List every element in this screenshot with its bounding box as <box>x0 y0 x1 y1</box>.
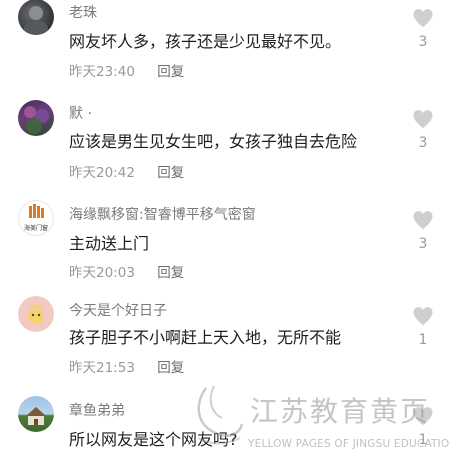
like-button[interactable]: 1 <box>408 406 438 448</box>
heart-icon[interactable] <box>412 109 434 129</box>
comment-meta: 昨天23:40 回复 <box>69 60 184 80</box>
comment-username[interactable]: 今天是个好日子 <box>69 300 167 320</box>
reply-button[interactable]: 回复 <box>157 360 184 376</box>
like-count: 3 <box>418 135 428 151</box>
like-count: 3 <box>418 34 428 50</box>
like-button[interactable]: 3 <box>408 210 438 252</box>
comment-meta: 昨天20:03 回复 <box>69 261 184 281</box>
heart-icon[interactable] <box>412 210 434 230</box>
comment-meta: 昨天20:42 回复 <box>69 161 184 181</box>
heart-icon[interactable] <box>412 406 434 426</box>
comment-text: 网友坏人多，孩子还是少见最好不见。 <box>69 32 342 51</box>
like-button[interactable]: 1 <box>408 306 438 348</box>
like-count: 1 <box>418 432 428 448</box>
comment-username[interactable]: 章鱼弟弟 <box>69 400 125 420</box>
reply-button[interactable]: 回复 <box>157 265 184 281</box>
comment-item: 默 · 应该是男生见女生吧，女孩子独自去危险 昨天20:42 回复 3 <box>0 100 450 192</box>
comment-text: 孩子胆子不小啊赶上天入地，无所不能 <box>69 328 342 347</box>
avatar[interactable] <box>18 296 54 332</box>
comment-time: 昨天20:42 <box>69 165 135 181</box>
comment-text: 应该是男生见女生吧，女孩子独自去危险 <box>69 132 358 151</box>
comment-item: 老珠 网友坏人多，孩子还是少见最好不见。 昨天23:40 回复 3 <box>0 0 450 92</box>
comment-meta: 昨天21:53 回复 <box>69 356 184 376</box>
avatar[interactable] <box>18 396 54 432</box>
heart-icon[interactable] <box>412 306 434 326</box>
comment-time: 昨天23:40 <box>69 64 135 80</box>
avatar-logo-text: 海美门窗 <box>23 225 48 232</box>
reply-button[interactable]: 回复 <box>157 165 184 181</box>
avatar[interactable]: 海美门窗 <box>18 200 54 236</box>
comment-username[interactable]: 老珠 <box>69 2 97 22</box>
avatar[interactable] <box>18 100 54 136</box>
comment-time: 昨天21:53 <box>69 360 135 376</box>
comment-time: 昨天20:03 <box>69 265 135 281</box>
reply-button[interactable]: 回复 <box>157 64 184 80</box>
comment-username[interactable]: 海缘飘移窗:智睿博平移气密窗 <box>69 204 256 224</box>
like-count: 3 <box>418 236 428 252</box>
comment-username[interactable]: 默 · <box>69 103 92 123</box>
comment-item: 海美门窗 海缘飘移窗:智睿博平移气密窗 主动送上门 昨天20:03 回复 3 <box>0 200 450 292</box>
comment-text: 主动送上门 <box>69 234 150 253</box>
avatar[interactable] <box>18 0 54 35</box>
like-count: 1 <box>418 332 428 348</box>
like-button[interactable]: 3 <box>408 8 438 50</box>
heart-icon[interactable] <box>412 8 434 28</box>
comment-item: 今天是个好日子 孩子胆子不小啊赶上天入地，无所不能 昨天21:53 回复 1 <box>0 296 450 388</box>
comment-item: 章鱼弟弟 所以网友是这个网友吗? 1 <box>0 396 450 456</box>
comment-text: 所以网友是这个网友吗? <box>69 430 238 449</box>
like-button[interactable]: 3 <box>408 109 438 151</box>
